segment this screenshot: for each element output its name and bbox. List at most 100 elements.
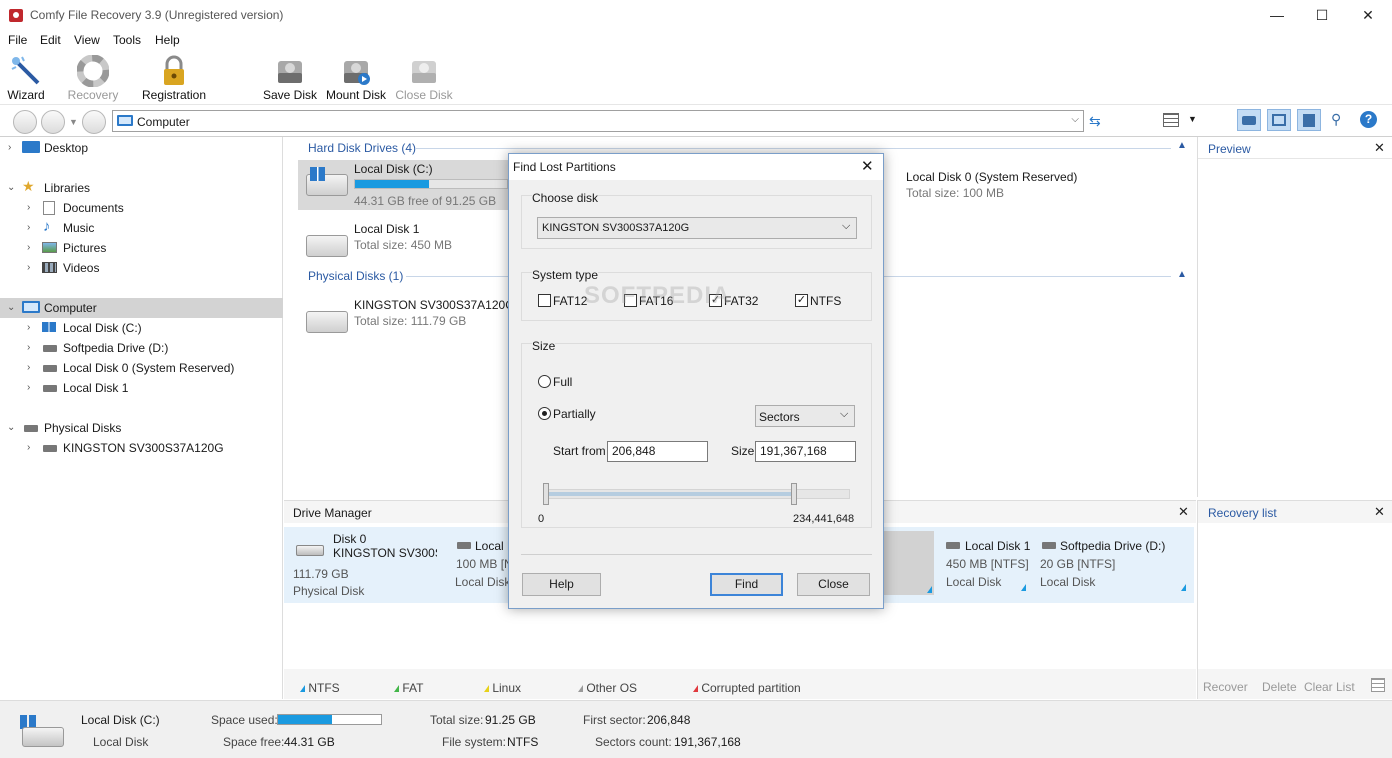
close-icon[interactable]: ✕ <box>1178 504 1189 520</box>
tree-item-desktop[interactable]: › Desktop <box>0 138 283 158</box>
tree-item-documents[interactable]: › Documents <box>0 198 283 218</box>
expand-icon[interactable]: › <box>27 362 30 373</box>
partition-selected[interactable] <box>882 531 934 595</box>
expand-icon[interactable]: › <box>27 342 30 353</box>
menu-help[interactable]: Help <box>155 33 180 47</box>
drive-icon <box>43 345 57 352</box>
refresh-icon[interactable]: ⇆ <box>1089 113 1101 130</box>
unit-select[interactable]: Sectors ⌵ <box>755 405 855 427</box>
drive-item-local-c[interactable]: Local Disk (C:) 44.31 GB free of 91.25 G… <box>298 160 508 210</box>
range-slider-start-handle[interactable] <box>543 483 549 505</box>
tree-item-pictures[interactable]: › Pictures <box>0 238 283 258</box>
drive-item-local-0[interactable]: Local Disk 0 (System Reserved) Total siz… <box>884 167 1144 207</box>
search-icon[interactable]: ⚲ <box>1331 111 1341 128</box>
tree-label: Desktop <box>44 141 89 155</box>
menu-file[interactable]: File <box>8 33 27 47</box>
start-from-input[interactable]: 206,848 <box>607 441 708 462</box>
history-dropdown-icon[interactable]: ▼ <box>69 117 78 127</box>
expand-icon[interactable]: › <box>27 202 30 213</box>
back-button[interactable] <box>13 110 37 134</box>
options-icon[interactable] <box>1371 678 1385 692</box>
close-button[interactable]: Close <box>797 573 870 596</box>
close-disk-button[interactable]: Close Disk <box>394 51 454 105</box>
view-mode-icon[interactable] <box>1163 113 1179 127</box>
recovery-button[interactable]: Recovery <box>64 51 122 105</box>
delete-button[interactable]: Delete <box>1262 680 1297 694</box>
tree-item-physical-disks[interactable]: ⌄ Physical Disks <box>0 418 283 438</box>
legend-label: Other OS <box>586 681 638 695</box>
drive-icon <box>306 311 348 333</box>
expand-icon[interactable]: › <box>27 262 30 273</box>
drive-item-kingston[interactable]: KINGSTON SV300S37A120G Total size: 111.7… <box>298 295 518 341</box>
mount-disk-icon <box>344 61 370 85</box>
toggle-recovery-list-icon[interactable] <box>1297 109 1321 131</box>
legend-label: Linux <box>492 681 522 695</box>
checkbox[interactable] <box>538 294 551 307</box>
collapse-icon[interactable]: ⌄ <box>7 182 15 193</box>
minimize-button[interactable]: — <box>1254 0 1300 31</box>
collapse-section-icon[interactable]: ▲ <box>1177 269 1187 280</box>
toggle-preview-icon[interactable] <box>1267 109 1291 131</box>
tree-item-local-0[interactable]: › Local Disk 0 (System Reserved) <box>0 358 283 378</box>
close-window-button[interactable]: ✕ <box>1345 0 1391 31</box>
expand-icon[interactable]: › <box>8 142 11 153</box>
hdd-section-header: Hard Disk Drives (4) <box>308 141 417 155</box>
find-button[interactable]: Find <box>710 573 783 596</box>
disk-select[interactable]: KINGSTON SV300S37A120G ⌵ <box>537 217 857 239</box>
chevron-down-icon: ⌵ <box>840 408 849 420</box>
drive-item-local-1[interactable]: Local Disk 1 Total size: 450 MB <box>298 219 508 265</box>
start-from-value: 206,848 <box>612 444 656 458</box>
up-button[interactable] <box>82 110 106 134</box>
tree-item-softpedia-d[interactable]: › Softpedia Drive (D:) <box>0 338 283 358</box>
total-size-value: 91.25 GB <box>485 713 536 727</box>
status-bar: Local Disk (C:) Local Disk Space used: S… <box>0 700 1392 758</box>
collapse-section-icon[interactable]: ▲ <box>1177 140 1187 151</box>
tree-item-local-c[interactable]: › Local Disk (C:) <box>0 318 283 338</box>
partition-local-0[interactable]: Local D 100 MB [NTF Local Disk, <box>454 531 527 597</box>
collapse-icon[interactable]: ⌄ <box>7 302 15 313</box>
checkbox[interactable]: ✓ <box>795 294 808 307</box>
expand-icon[interactable]: › <box>27 322 30 333</box>
close-icon[interactable]: ✕ <box>1374 140 1385 156</box>
save-disk-button[interactable]: Save Disk <box>262 51 318 105</box>
tree-item-computer[interactable]: ⌄ Computer <box>0 298 283 318</box>
tree-item-local-1[interactable]: › Local Disk 1 <box>0 378 283 398</box>
partition-legend: NTFS FAT Linux Other OS Corrupted partit… <box>284 669 1196 699</box>
expand-icon[interactable]: › <box>27 382 30 393</box>
clear-list-button[interactable]: Clear List <box>1304 680 1355 694</box>
registration-button[interactable]: Registration <box>136 51 212 105</box>
radio[interactable] <box>538 375 551 388</box>
address-dropdown-icon[interactable]: ⌵ <box>1071 114 1079 125</box>
tree-item-libraries[interactable]: ⌄ ★ Libraries <box>0 178 283 198</box>
forward-button[interactable] <box>41 110 65 134</box>
tree-item-music[interactable]: › ♪ Music <box>0 218 283 238</box>
collapse-icon[interactable]: ⌄ <box>7 422 15 433</box>
maximize-button[interactable]: ☐ <box>1299 0 1345 31</box>
close-icon[interactable]: ✕ <box>1374 504 1385 520</box>
address-field[interactable]: Computer ⌵ <box>112 110 1084 132</box>
partition-softpedia-d[interactable]: Softpedia Drive (D:) 20 GB [NTFS] Local … <box>1036 531 1188 595</box>
drive-icon <box>1042 542 1056 549</box>
menu-tools[interactable]: Tools <box>113 33 141 47</box>
range-slider-track[interactable] <box>544 489 850 499</box>
range-slider-end-handle[interactable] <box>791 483 797 505</box>
wizard-button[interactable]: Wizard <box>2 51 50 105</box>
radio[interactable] <box>538 407 551 420</box>
menu-view[interactable]: View <box>74 33 100 47</box>
help-icon[interactable]: ? <box>1360 111 1377 128</box>
partition-local-1[interactable]: Local Disk 1 450 MB [NTFS] Local Disk <box>940 531 1030 595</box>
menu-edit[interactable]: Edit <box>40 33 61 47</box>
dialog-close-icon[interactable]: ✕ <box>861 157 874 175</box>
expand-icon[interactable]: › <box>27 442 30 453</box>
tree-item-videos[interactable]: › Videos <box>0 258 283 278</box>
help-button[interactable]: Help <box>522 573 601 596</box>
other-os-legend-icon <box>578 685 583 692</box>
size-input[interactable]: 191,367,168 <box>755 441 856 462</box>
mount-disk-button[interactable]: Mount Disk <box>322 51 390 105</box>
expand-icon[interactable]: › <box>27 222 30 233</box>
toggle-drive-manager-icon[interactable] <box>1237 109 1261 131</box>
view-mode-dropdown-icon[interactable]: ▼ <box>1188 114 1197 124</box>
tree-item-kingston[interactable]: › KINGSTON SV300S37A120G <box>0 438 283 458</box>
expand-icon[interactable]: › <box>27 242 30 253</box>
recover-button[interactable]: Recover <box>1203 680 1248 694</box>
